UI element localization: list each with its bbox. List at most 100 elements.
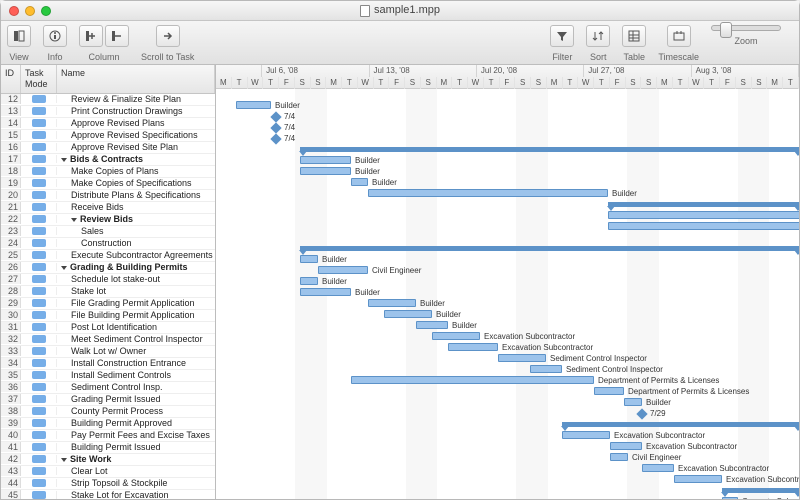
col-id-header[interactable]: ID: [1, 65, 21, 93]
filter-label: Filter: [552, 52, 572, 63]
task-bar[interactable]: [300, 277, 318, 285]
disclosure-icon[interactable]: [61, 458, 67, 462]
task-bar[interactable]: [722, 497, 738, 499]
table-row[interactable]: 18Make Copies of Plans: [1, 166, 215, 178]
table-row[interactable]: 30File Building Permit Application: [1, 310, 215, 322]
table-row[interactable]: 41Building Permit Issued: [1, 442, 215, 454]
task-bar[interactable]: [351, 178, 368, 186]
table-row[interactable]: 25Execute Subcontractor Agreements: [1, 250, 215, 262]
task-bar[interactable]: [530, 365, 562, 373]
table-row[interactable]: 45Stake Lot for Excavation: [1, 490, 215, 499]
milestone[interactable]: [270, 122, 281, 133]
table-row[interactable]: 23Sales: [1, 226, 215, 238]
task-bar[interactable]: [300, 288, 351, 296]
table-row[interactable]: 44Strip Topsoil & Stockpile: [1, 478, 215, 490]
filter-button[interactable]: [550, 25, 574, 47]
task-bar[interactable]: [416, 321, 448, 329]
zoom-slider[interactable]: [711, 25, 781, 31]
task-bar[interactable]: [300, 156, 351, 164]
summary-bar[interactable]: [562, 422, 799, 427]
table-row[interactable]: 24Construction: [1, 238, 215, 250]
day-header: F: [279, 77, 295, 89]
task-bar[interactable]: [642, 464, 674, 472]
task-mode-icon: [32, 107, 46, 115]
task-name: Strip Topsoil & Stockpile: [57, 478, 215, 489]
table-row[interactable]: 16Approve Revised Site Plan: [1, 142, 215, 154]
table-row[interactable]: 17Bids & Contracts: [1, 154, 215, 166]
chart-area[interactable]: Builder7/47/47/4BuilderBuilderBuilderBui…: [216, 89, 799, 499]
disclosure-icon[interactable]: [61, 266, 67, 270]
task-bar[interactable]: [300, 255, 318, 263]
task-bar[interactable]: [368, 189, 608, 197]
task-bar[interactable]: [594, 387, 624, 395]
task-name: Make Copies of Plans: [57, 166, 215, 177]
task-bar[interactable]: [432, 332, 480, 340]
bar-label: Excavation Subcontractor: [502, 343, 593, 353]
task-bar[interactable]: [351, 376, 594, 384]
disclosure-icon[interactable]: [61, 158, 67, 162]
column-remove-button[interactable]: [105, 25, 129, 47]
task-bar[interactable]: [368, 299, 416, 307]
col-name-header[interactable]: Name: [57, 65, 215, 93]
task-bar[interactable]: [674, 475, 722, 483]
task-bar[interactable]: [610, 442, 642, 450]
table-row[interactable]: 39Building Permit Approved: [1, 418, 215, 430]
milestone[interactable]: [270, 133, 281, 144]
timescale-button[interactable]: [667, 25, 691, 47]
table-row[interactable]: 14Approve Revised Plans: [1, 118, 215, 130]
table-body: 12Review & Finalize Site Plan13Print Con…: [1, 94, 215, 499]
table-row[interactable]: 27Schedule lot stake-out: [1, 274, 215, 286]
row-id: 36: [1, 382, 21, 393]
scroll-to-task-button[interactable]: [156, 25, 180, 47]
col-taskmode-header[interactable]: Task Mode: [21, 65, 57, 93]
table-row[interactable]: 31Post Lot Identification: [1, 322, 215, 334]
task-bar[interactable]: [562, 431, 610, 439]
table-row[interactable]: 26Grading & Building Permits: [1, 262, 215, 274]
table-row[interactable]: 34Install Construction Entrance: [1, 358, 215, 370]
bar-label: Builder: [355, 288, 380, 298]
summary-bar[interactable]: [300, 147, 799, 152]
milestone[interactable]: [270, 111, 281, 122]
task-bar[interactable]: [610, 453, 628, 461]
task-bar[interactable]: [608, 222, 799, 230]
table-row[interactable]: 28Stake lot: [1, 286, 215, 298]
row-id: 30: [1, 310, 21, 321]
task-name: Grading & Building Permits: [57, 262, 215, 273]
table-row[interactable]: 33Walk Lot w/ Owner: [1, 346, 215, 358]
table-row[interactable]: 42Site Work: [1, 454, 215, 466]
task-bar[interactable]: [624, 398, 642, 406]
task-bar[interactable]: [498, 354, 546, 362]
table-row[interactable]: 22Review Bids: [1, 214, 215, 226]
table-button[interactable]: [622, 25, 646, 47]
task-bar[interactable]: [236, 101, 271, 109]
table-row[interactable]: 15Approve Revised Specifications: [1, 130, 215, 142]
task-bar[interactable]: [384, 310, 432, 318]
task-bar[interactable]: [448, 343, 498, 351]
sort-button[interactable]: [586, 25, 610, 47]
summary-bar[interactable]: [722, 488, 799, 493]
table-row[interactable]: 19Make Copies of Specifications: [1, 178, 215, 190]
task-mode-cell: [21, 311, 57, 319]
summary-bar[interactable]: [608, 202, 799, 207]
summary-bar[interactable]: [300, 246, 799, 251]
disclosure-icon[interactable]: [71, 218, 77, 222]
table-row[interactable]: 40Pay Permit Fees and Excise Taxes: [1, 430, 215, 442]
table-row[interactable]: 20Distribute Plans & Specifications: [1, 190, 215, 202]
table-row[interactable]: 37Grading Permit Issued: [1, 394, 215, 406]
task-bar[interactable]: [318, 266, 368, 274]
table-row[interactable]: 29File Grading Permit Application: [1, 298, 215, 310]
view-button[interactable]: [7, 25, 31, 47]
task-mode-icon: [32, 431, 46, 439]
task-bar[interactable]: [608, 211, 799, 219]
table-row[interactable]: 13Print Construction Drawings: [1, 106, 215, 118]
table-row[interactable]: 21Receive Bids: [1, 202, 215, 214]
table-row[interactable]: 36Sediment Control Insp.: [1, 382, 215, 394]
table-row[interactable]: 43Clear Lot: [1, 466, 215, 478]
table-row[interactable]: 12Review & Finalize Site Plan: [1, 94, 215, 106]
table-row[interactable]: 32Meet Sediment Control Inspector: [1, 334, 215, 346]
table-row[interactable]: 35Install Sediment Controls: [1, 370, 215, 382]
task-bar[interactable]: [300, 167, 351, 175]
column-add-button[interactable]: [79, 25, 103, 47]
info-button[interactable]: [43, 25, 67, 47]
table-row[interactable]: 38County Permit Process: [1, 406, 215, 418]
